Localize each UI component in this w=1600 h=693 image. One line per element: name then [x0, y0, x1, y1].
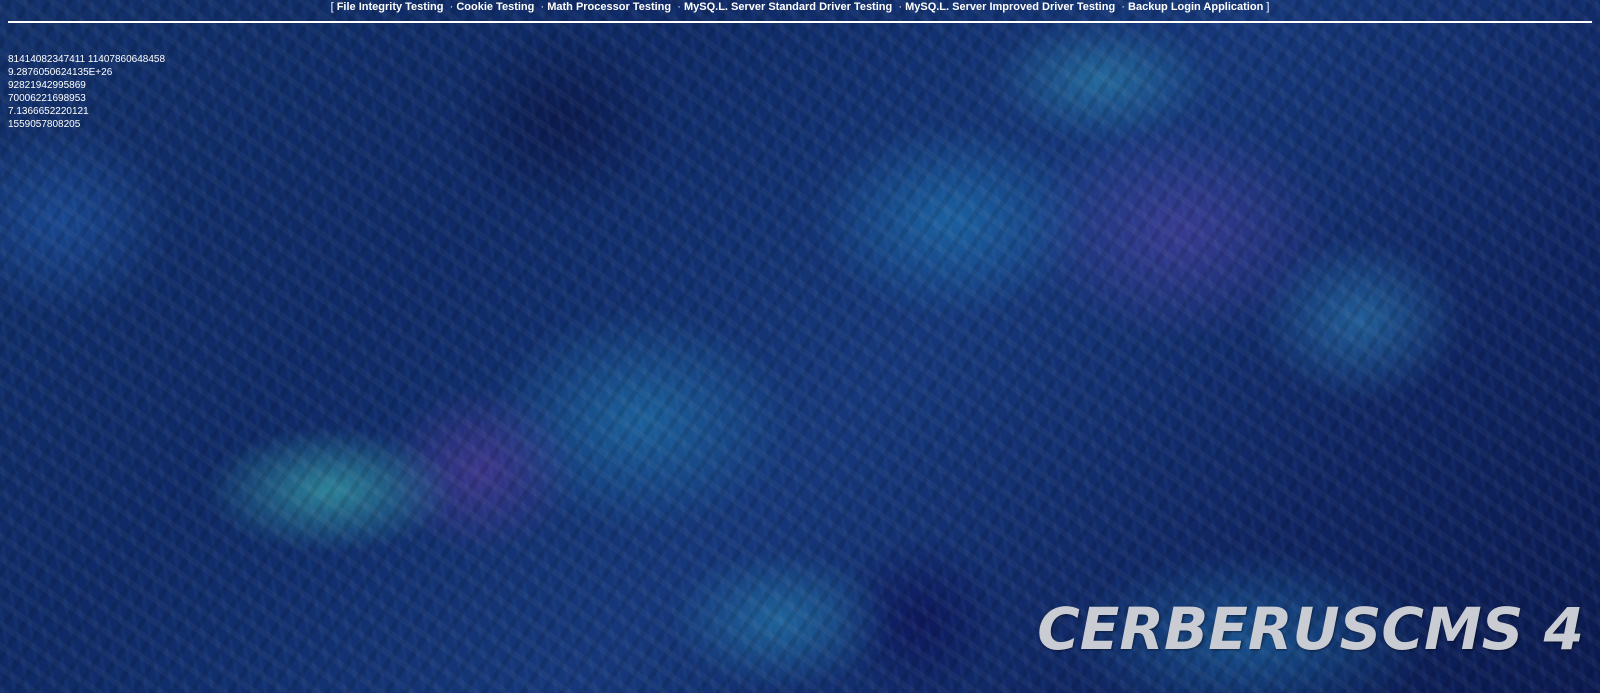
stats-line: 9.2876050624135E+26 [8, 67, 113, 78]
background-texture [0, 0, 1600, 693]
nav-link-math-processor-testing[interactable]: Math Processor Testing [547, 1, 671, 13]
nav-separator: · [1121, 1, 1125, 13]
nav-link-backup-login-application[interactable]: Backup Login Application [1128, 1, 1263, 13]
page: [ File Integrity Testing · Cookie Testin… [0, 0, 1600, 693]
nav-close-bracket: ] [1266, 1, 1270, 13]
stats-line: 81414082347411 11407860648458 [8, 54, 166, 65]
cerberuscms-logo: CERBERUSCMS 4 [1037, 595, 1584, 663]
stats-output: 81414082347411 11407860648458 9.28760506… [8, 53, 165, 131]
stats-line: 1559057808205 [8, 119, 81, 130]
nav-link-file-integrity-testing[interactable]: File Integrity Testing [337, 1, 444, 13]
nav-separator: · [449, 1, 454, 13]
nav-open-bracket: [ [330, 1, 334, 13]
nav-separator: · [898, 1, 903, 13]
nav-link-mysql-improved-driver-testing[interactable]: MySQ.L. Server Improved Driver Testing [905, 1, 1115, 13]
stats-line: 92821942995869 [8, 80, 86, 91]
top-nav: [ File Integrity Testing · Cookie Testin… [0, 1, 1600, 13]
nav-separator: · [677, 1, 681, 13]
stats-line: 70006221698953 [8, 93, 86, 104]
nav-link-cookie-testing[interactable]: Cookie Testing [456, 1, 534, 13]
stats-line: 7.1366652220121 [8, 106, 89, 117]
nav-separator: · [540, 1, 545, 13]
header-divider [8, 21, 1592, 23]
nav-link-mysql-standard-driver-testing[interactable]: MySQ.L. Server Standard Driver Testing [684, 1, 892, 13]
